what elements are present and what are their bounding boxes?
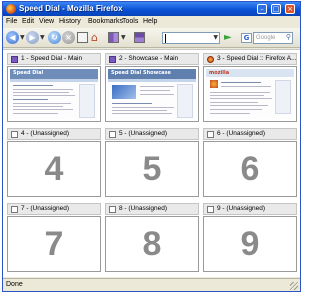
blank-page-icon [109, 131, 116, 138]
dial-header: 7 - (Unassigned) [7, 203, 101, 215]
minimize-icon[interactable]: – [257, 4, 267, 14]
dial-6[interactable]: 6 - (Unassigned) 6 [203, 128, 297, 199]
dial-label: 7 - (Unassigned) [21, 205, 70, 212]
menu-tools[interactable]: Tools [122, 18, 138, 25]
blank-page-icon [207, 206, 214, 213]
speed-dial-group-icon[interactable] [134, 32, 145, 43]
page-preview: mozilla [206, 69, 294, 119]
menu-bar: File Edit View History Bookmarks Tools H… [3, 16, 300, 28]
dial-header: 2 - Showcase - Main [105, 53, 199, 65]
thumb-title: Speed Dial [13, 70, 44, 76]
dial-number: 7 [44, 225, 64, 263]
dial-header: 8 - (Unassigned) [105, 203, 199, 215]
reload-icon[interactable]: ↻ [48, 31, 61, 44]
menu-help[interactable]: Help [143, 18, 157, 25]
forward-arrow-icon[interactable]: ▶ [26, 31, 39, 44]
dial-number: 5 [142, 150, 162, 188]
dial-label: 8 - (Unassigned) [119, 205, 168, 212]
back-history-dropdown-icon[interactable]: ▼ [20, 34, 25, 41]
dial-thumbnail[interactable]: Speed Dial [7, 66, 101, 122]
firefox-logo-icon [6, 4, 16, 14]
page-preview: Speed Dial Showcase [108, 69, 196, 119]
window-title: Speed Dial - Mozilla Firefox [19, 4, 123, 13]
text-cursor [165, 34, 166, 43]
speed-dial-favicon-icon [11, 56, 18, 63]
dial-8[interactable]: 8 - (Unassigned) 8 [105, 203, 199, 274]
blank-page-icon [11, 206, 18, 213]
dial-header: 5 - (Unassigned) [105, 128, 199, 140]
dial-label: 3 - Speed Dial :: Firefox A... [217, 55, 297, 62]
speed-dial-favicon-icon [109, 56, 116, 63]
dial-4[interactable]: 4 - (Unassigned) 4 [7, 128, 101, 199]
blank-page-icon [11, 131, 18, 138]
dial-number: 4 [44, 150, 64, 188]
menu-edit[interactable]: Edit [22, 18, 34, 25]
search-placeholder: Google [256, 35, 276, 41]
title-bar[interactable]: Speed Dial - Mozilla Firefox – □ × [3, 2, 300, 16]
blank-page-icon [109, 206, 116, 213]
status-text: Done [6, 281, 23, 288]
browser-window: Speed Dial - Mozilla Firefox – □ × File … [2, 1, 301, 292]
menu-history[interactable]: History [59, 18, 81, 25]
dial-header: 3 - Speed Dial :: Firefox A... [203, 53, 297, 65]
speed-dial-grid: 1 - Speed Dial - Main Speed Dial 2 - Sho… [3, 49, 300, 277]
dial-header: 4 - (Unassigned) [7, 128, 101, 140]
dial-thumbnail[interactable]: Speed Dial Showcase [105, 66, 199, 122]
go-arrow-icon[interactable]: ► [224, 32, 235, 43]
dial-thumbnail[interactable]: mozilla [203, 66, 297, 122]
dial-label: 4 - (Unassigned) [21, 130, 70, 137]
resize-grip-icon[interactable] [290, 282, 298, 290]
dial-label: 1 - Speed Dial - Main [21, 55, 83, 62]
dial-number: 6 [240, 150, 260, 188]
dial-2[interactable]: 2 - Showcase - Main Speed Dial Showcase [105, 53, 199, 124]
speed-dial-dropdown-icon[interactable]: ▼ [121, 34, 126, 41]
address-dropdown-icon[interactable]: ▼ [213, 34, 218, 41]
maximize-icon[interactable]: □ [271, 4, 281, 14]
home-icon[interactable]: ⌂ [91, 31, 104, 44]
thumb-title: mozilla [209, 70, 230, 76]
blank-page-icon [207, 131, 214, 138]
dial-9[interactable]: 9 - (Unassigned) 9 [203, 203, 297, 274]
dial-number: 8 [142, 225, 162, 263]
dial-1[interactable]: 1 - Speed Dial - Main Speed Dial [7, 53, 101, 124]
dial-3[interactable]: 3 - Speed Dial :: Firefox A... mozilla [203, 53, 297, 124]
back-arrow-icon[interactable]: ◀ [6, 31, 19, 44]
forward-history-dropdown-icon[interactable]: ▼ [40, 34, 45, 41]
dial-5[interactable]: 5 - (Unassigned) 5 [105, 128, 199, 199]
close-icon[interactable]: × [285, 4, 295, 14]
search-input[interactable]: Google ⚲ [253, 32, 293, 44]
menu-bookmarks[interactable]: Bookmarks [88, 18, 123, 25]
dial-label: 5 - (Unassigned) [119, 130, 168, 137]
dial-header: 9 - (Unassigned) [203, 203, 297, 215]
page-icon[interactable] [77, 32, 88, 43]
dial-label: 2 - Showcase - Main [119, 55, 179, 62]
dial-label: 9 - (Unassigned) [217, 205, 266, 212]
dial-header: 6 - (Unassigned) [203, 128, 297, 140]
dial-label: 6 - (Unassigned) [217, 130, 266, 137]
speed-dial-grid-icon[interactable] [108, 32, 119, 43]
menu-view[interactable]: View [39, 18, 54, 25]
magnifier-icon[interactable]: ⚲ [286, 33, 291, 43]
page-preview: Speed Dial [10, 69, 98, 119]
thumb-title: Speed Dial Showcase [111, 70, 171, 76]
dial-7[interactable]: 7 - (Unassigned) 7 [7, 203, 101, 274]
address-bar[interactable]: ▼ [162, 32, 220, 44]
stop-icon[interactable]: × [62, 31, 75, 44]
navigation-toolbar: ◀ ▼ ▶ ▼ ↻ × ⌂ ▼ ▼ ► G Google ⚲ [3, 28, 300, 48]
firefox-addons-favicon-icon [207, 56, 214, 63]
status-bar: Done [3, 278, 300, 291]
google-engine-icon[interactable]: G [241, 33, 252, 43]
dial-number: 9 [240, 225, 260, 263]
menu-file[interactable]: File [6, 18, 17, 25]
dial-header: 1 - Speed Dial - Main [7, 53, 101, 65]
